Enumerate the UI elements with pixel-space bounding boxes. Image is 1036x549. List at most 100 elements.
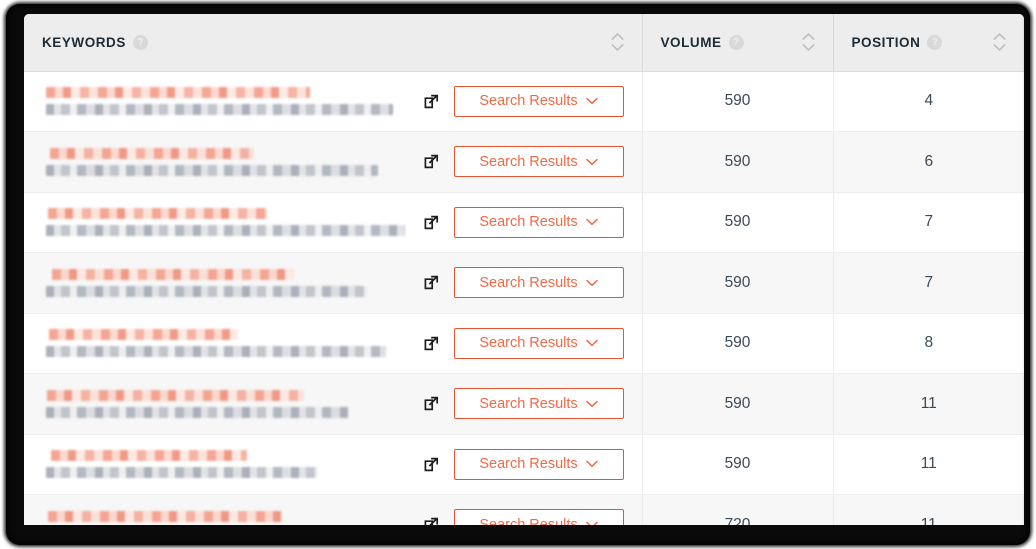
keyword-text-redacted: [46, 208, 424, 237]
search-results-label: Search Results: [479, 274, 578, 291]
chevron-down-icon: [585, 98, 598, 105]
column-header-keywords[interactable]: KEYWORDS ?: [24, 14, 642, 72]
keyword-text-redacted: [46, 389, 424, 418]
external-link-icon[interactable]: [424, 517, 439, 525]
chevron-down-icon: [585, 521, 598, 525]
chevron-down-icon: [993, 44, 1006, 51]
position-cell: 8: [832, 313, 1024, 374]
keyword-title-redacted: [47, 389, 304, 401]
keyword-url-redacted: [46, 225, 405, 237]
search-results-button[interactable]: Search Results: [453, 206, 624, 238]
help-icon-position[interactable]: ?: [927, 34, 943, 50]
keyword-text-redacted: [46, 510, 424, 525]
volume-cell: 590: [641, 131, 833, 193]
column-header-position-label: POSITION: [851, 34, 921, 50]
header-row: KEYWORDS ? VOLUME ? POSITION ?: [24, 14, 1024, 72]
sort-control-keywords[interactable]: [611, 33, 624, 52]
position-cell: 11: [832, 494, 1024, 525]
search-results-button[interactable]: Search Results: [453, 388, 624, 420]
search-results-button[interactable]: Search Results: [453, 327, 624, 359]
keyword-cell: Search Results: [24, 131, 642, 193]
external-link-icon[interactable]: [424, 396, 439, 411]
search-results-button[interactable]: Search Results: [453, 448, 624, 480]
keyword-title-redacted: [52, 268, 294, 280]
keyword-cell: Search Results: [24, 494, 642, 525]
column-header-volume[interactable]: VOLUME ?: [641, 14, 833, 72]
keyword-text-redacted: [46, 268, 424, 297]
search-results-label: Search Results: [479, 93, 578, 110]
position-cell: 7: [832, 192, 1024, 253]
chevron-down-icon: [585, 279, 598, 286]
table-row[interactable]: Search Results 590 8: [24, 313, 1024, 374]
help-icon-keywords[interactable]: ?: [132, 34, 148, 50]
table-body: Search Results 590 4 Search Results 590 6 Sear…: [24, 71, 1024, 525]
search-results-label: Search Results: [479, 516, 578, 525]
keyword-title-redacted: [51, 450, 248, 462]
chevron-down-icon: [585, 461, 598, 468]
screenshot-frame: KEYWORDS ? VOLUME ? POSITION ? Search Re…: [6, 4, 1030, 545]
keyword-url-redacted: [46, 467, 318, 479]
sort-control-volume[interactable]: [802, 33, 815, 52]
keyword-text-redacted: [46, 329, 424, 358]
table-row[interactable]: Search Results 590 11: [24, 434, 1024, 495]
position-cell: 6: [832, 131, 1024, 193]
volume-cell: 590: [641, 434, 833, 495]
column-header-keywords-label: KEYWORDS: [42, 34, 126, 50]
chevron-down-icon: [585, 219, 598, 226]
position-cell: 11: [832, 373, 1024, 435]
search-results-label: Search Results: [479, 214, 578, 231]
search-results-button[interactable]: Search Results: [453, 267, 624, 299]
search-results-label: Search Results: [479, 456, 578, 473]
keyword-text-redacted: [46, 450, 424, 479]
chevron-down-icon: [611, 44, 623, 51]
help-icon-volume[interactable]: ?: [728, 34, 744, 50]
keyword-url-redacted: [46, 346, 386, 358]
keyword-cell: Search Results: [24, 313, 642, 374]
table-row[interactable]: Search Results 590 6: [24, 131, 1024, 193]
volume-cell: 590: [641, 373, 833, 435]
column-header-position[interactable]: POSITION ?: [832, 14, 1024, 72]
volume-cell: 590: [641, 192, 833, 253]
keyword-url-redacted: [46, 164, 379, 176]
chevron-down-icon: [802, 44, 814, 51]
external-link-icon[interactable]: [424, 275, 439, 290]
table-row[interactable]: Search Results 590 11: [24, 373, 1024, 435]
external-link-icon[interactable]: [424, 94, 439, 109]
keyword-url-redacted: [46, 104, 394, 116]
position-cell: 4: [832, 71, 1024, 132]
search-results-label: Search Results: [479, 335, 578, 352]
table-row[interactable]: Search Results 590 4: [24, 71, 1024, 132]
chevron-up-icon: [611, 33, 623, 41]
sort-control-position[interactable]: [993, 33, 1006, 52]
keywords-table: KEYWORDS ? VOLUME ? POSITION ? Search Re…: [24, 14, 1024, 525]
keyword-title-redacted: [48, 510, 283, 522]
search-results-button[interactable]: Search Results: [453, 85, 624, 117]
keyword-cell: Search Results: [24, 192, 642, 253]
keyword-title-redacted: [46, 87, 311, 99]
keyword-title-redacted: [50, 147, 254, 159]
search-results-button[interactable]: Search Results: [453, 509, 624, 525]
search-results-label: Search Results: [479, 153, 578, 170]
search-results-button[interactable]: Search Results: [453, 146, 624, 178]
keyword-text-redacted: [46, 87, 424, 116]
position-cell: 7: [832, 252, 1024, 314]
keywords-panel: KEYWORDS ? VOLUME ? POSITION ? Search Re…: [24, 14, 1024, 525]
external-link-icon[interactable]: [424, 457, 439, 472]
volume-cell: 590: [641, 71, 833, 132]
table-row[interactable]: Search Results 590 7: [24, 192, 1024, 253]
table-row[interactable]: Search Results 590 7: [24, 252, 1024, 314]
chevron-down-icon: [585, 158, 598, 165]
keyword-cell: Search Results: [24, 434, 642, 495]
keyword-cell: Search Results: [24, 71, 642, 132]
chevron-down-icon: [585, 400, 598, 407]
external-link-icon[interactable]: [424, 215, 439, 230]
keyword-cell: Search Results: [24, 373, 642, 435]
table-row[interactable]: Search Results 720 11: [24, 494, 1024, 525]
chevron-up-icon: [802, 33, 814, 41]
search-results-label: Search Results: [479, 395, 578, 412]
position-cell: 11: [832, 434, 1024, 495]
external-link-icon[interactable]: [424, 336, 439, 351]
external-link-icon[interactable]: [424, 154, 439, 169]
column-header-volume-label: VOLUME: [660, 34, 722, 50]
keyword-text-redacted: [46, 147, 424, 176]
